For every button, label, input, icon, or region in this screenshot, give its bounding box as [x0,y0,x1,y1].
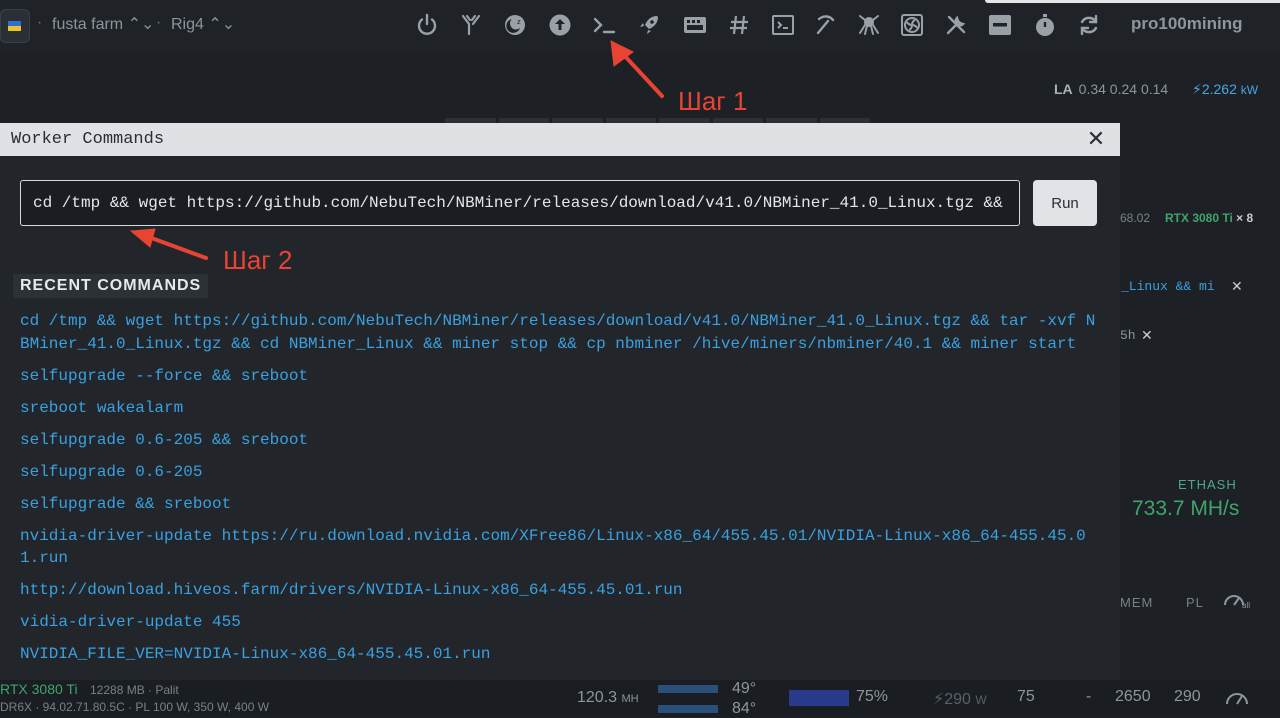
power-value: 2.262 [1201,81,1237,97]
gpu-summary: RTX 3080 Ti × 8 [1165,211,1253,225]
gpu-power-value: 290 [944,691,971,708]
mem-temp-bar [658,705,718,713]
power-icon[interactable] [415,13,439,37]
col-header-pl: PL [1186,595,1204,610]
hash-icon[interactable] [727,13,751,37]
fan-icon[interactable] [900,13,924,37]
gpu-core-temp: 49° [732,680,757,697]
svg-text:z: z [517,18,521,26]
breadcrumb-separator: · [156,14,162,31]
octopus-icon[interactable] [857,13,881,37]
stopwatch-icon[interactable] [1033,13,1057,37]
bg-running-command[interactable]: _Linux && mi [1121,279,1215,294]
command-input[interactable] [20,180,1020,226]
gpu-count: × 8 [1236,211,1254,225]
close-icon[interactable]: ✕ [1085,127,1107,151]
run-button[interactable]: Run [1033,180,1097,226]
gpu-hash-unit: MH [621,693,639,705]
gauge-icon[interactable] [1225,688,1249,706]
load-average: LA 0.34 0.24 0.14 [1054,81,1168,97]
farm-selector[interactable]: fusta farm ⌃⌄ [52,14,154,34]
pickaxe-icon[interactable] [814,13,838,37]
gpu-row-name: RTX 3080 Ti [0,681,78,697]
algo-label: ETHASH [1178,477,1237,492]
recent-command-item[interactable]: cd /tmp && wget https://github.com/NebuT… [20,310,1100,355]
breadcrumb-separator: · [37,14,43,31]
gpu-row-details: DR6X · 94.02.71.80.5C · PL 100 W, 350 W,… [0,700,270,714]
recent-command-item[interactable]: selfupgrade 0.6-205 [20,461,1100,484]
keyboard-icon[interactable] [683,13,707,37]
gpu-fan: 75% [856,688,889,705]
gpu-placeholder: - [1086,688,1092,705]
tools-fork-icon[interactable] [459,13,483,37]
fan-bar [789,690,849,706]
close-icon[interactable]: ✕ [1141,327,1153,344]
recent-command-item[interactable]: sreboot wakealarm [20,397,1100,420]
recent-command-item[interactable]: nvidia-driver-update https://ru.download… [20,525,1100,570]
bg-command-age: 5h [1120,328,1136,343]
gpu-mem-temp: 84° [732,700,757,717]
rocket-icon[interactable] [637,13,661,37]
step2-label: Шаг 2 [223,245,293,275]
la-label: LA [1054,81,1073,97]
gauge-all-icon[interactable]: all [1222,590,1252,610]
gpu-model: RTX 3080 Ti [1165,211,1233,225]
worker-commands-modal: Worker Commands ✕ Run RECENT COMMANDS cd… [0,123,1120,680]
upload-icon[interactable] [548,13,572,37]
minus-box-icon[interactable] [988,13,1012,37]
total-hashrate: 733.7 MH/s [1132,497,1240,520]
wrench-icon[interactable] [944,13,968,37]
version-text: 68.02 [1120,211,1151,225]
recent-command-item[interactable]: vidia-driver-update 455 [20,611,1100,634]
refresh-icon[interactable] [1077,13,1101,37]
recent-commands-list: cd /tmp && wget https://github.com/NebuT… [20,310,1100,675]
recent-command-item[interactable]: http://download.hiveos.farm/drivers/NVID… [20,579,1100,602]
top-bar: · fusta farm ⌃⌄ · Rig4 ⌃⌄ z pro100mining [0,0,1280,50]
gpu-power-unit: W [975,693,987,707]
moon-icon[interactable]: z [503,13,527,37]
recent-command-item[interactable]: selfupgrade --force && sreboot [20,365,1100,388]
recent-command-item[interactable]: NVIDIA_FILE_VER=NVIDIA-Linux-x86_64-455.… [20,643,1100,666]
step1-arrow-shaft [620,51,664,98]
console-box-icon[interactable] [771,13,795,37]
power-unit: kW [1240,83,1259,97]
gpu-core-clock: 2650 [1115,688,1151,705]
terminal-icon[interactable] [592,13,616,37]
modal-header: Worker Commands ✕ [0,123,1120,156]
gpu-hash-value: 120.3 [577,689,618,706]
brand-name: pro100mining [1131,14,1243,33]
total-power: ⚡2.262 kW [1192,81,1259,97]
la-values: 0.34 0.24 0.14 [1078,81,1169,97]
gpu-row-memory: 12288 MB · Palit [90,683,179,697]
gauge-all-label: all [1242,601,1250,610]
recent-commands-heading: RECENT COMMANDS [13,274,209,298]
recent-command-item[interactable]: selfupgrade 0.6-205 && sreboot [20,429,1100,452]
col-header-mem: MEM [1120,595,1154,610]
gpu-row-hashrate: 120.3 MH [577,689,639,707]
temp-bar [658,685,718,693]
farm-flag-icon[interactable] [0,9,30,43]
close-icon[interactable]: ✕ [1231,278,1243,295]
rig-selector[interactable]: Rig4 ⌃⌄ [171,14,235,34]
recent-command-item[interactable]: selfupgrade && sreboot [20,493,1100,516]
gpu-pl: 75 [1017,688,1035,705]
window-edge [985,0,1280,3]
step1-label: Шаг 1 [678,86,748,116]
gpu-power: ⚡290 W [933,691,987,708]
modal-title: Worker Commands [11,130,165,149]
gpu-mem-clock: 290 [1174,688,1201,705]
